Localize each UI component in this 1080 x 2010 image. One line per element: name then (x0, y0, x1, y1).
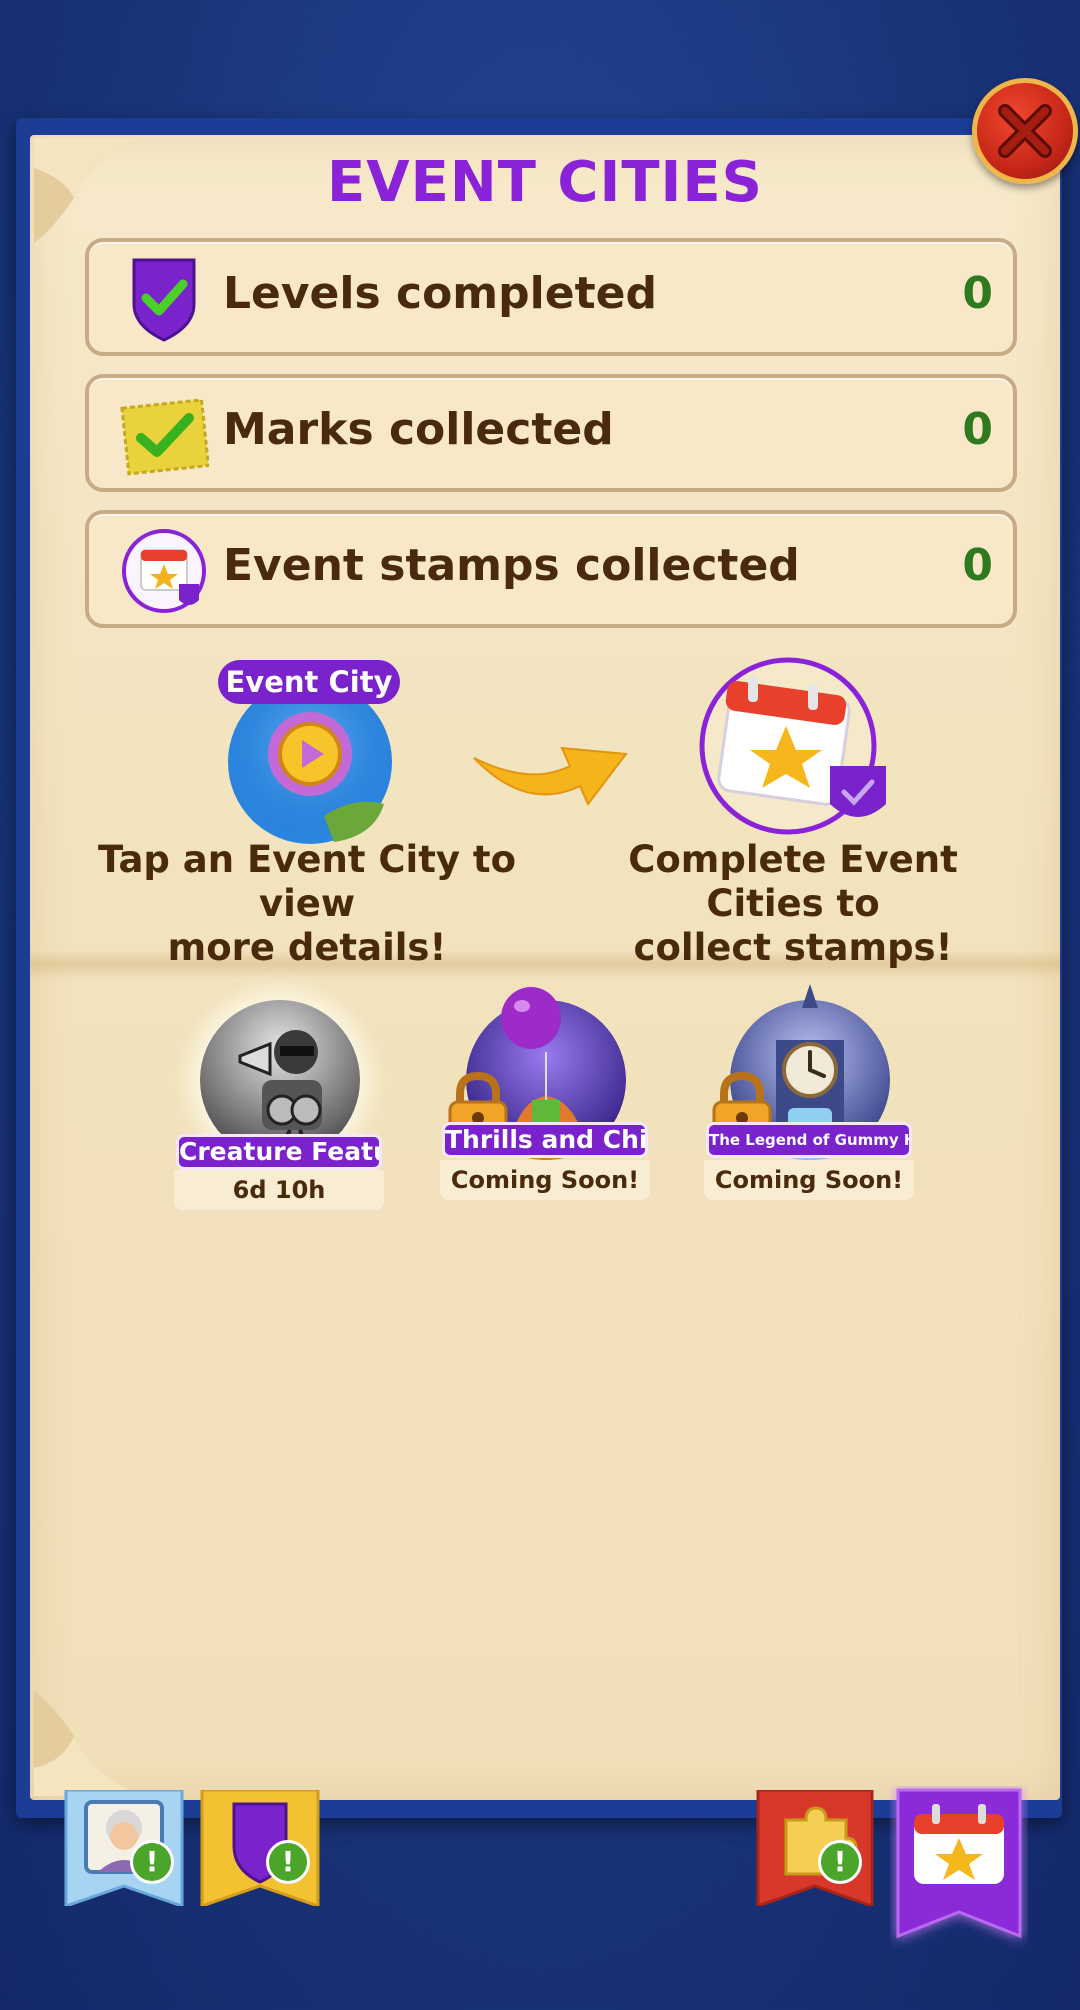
alert-badge: ! (818, 1840, 862, 1884)
city-name: The Legend of Gummy Hollow (706, 1122, 912, 1158)
city-thrills-and-chills[interactable]: Thrills and Chills Coming Soon! (440, 987, 650, 1220)
stamp-calendar-icon (699, 657, 886, 835)
stat-value: 0 (962, 540, 993, 591)
stat-row-levels: Levels completed 0 (85, 238, 1017, 356)
hint-line: more details! (167, 926, 447, 969)
hint-line: Tap an Event City to view (97, 838, 517, 925)
tab-event-cities[interactable] (890, 1786, 1028, 1952)
tab-profile[interactable]: ! (64, 1788, 184, 1909)
purple-shield-check-icon (132, 258, 196, 342)
hint-line: Complete Event Cities to (628, 838, 958, 925)
calendar-star-stamp-icon (122, 529, 206, 613)
clock-spire-icon (802, 984, 818, 1008)
tap-event-city-hint: Tap an Event City to view more details! (84, 838, 530, 970)
stat-value: 0 (962, 404, 993, 455)
city-creature-feature[interactable]: Creature Feature 6d 10h (174, 1000, 384, 1230)
complete-cities-hint: Complete Event Cities to collect stamps! (578, 838, 1008, 970)
purple-balloon-icon (501, 987, 561, 1049)
stat-label: Levels completed (223, 268, 657, 319)
city-status: Coming Soon! (704, 1160, 914, 1200)
city-name: Creature Feature (176, 1134, 382, 1170)
event-city-pill: Event City (218, 660, 400, 704)
stat-value: 0 (962, 268, 993, 319)
stat-label: Marks collected (223, 404, 614, 455)
alert-badge: ! (266, 1840, 310, 1884)
calendar-star-icon (896, 1788, 1022, 1940)
page-corner-bottom-left (34, 1691, 144, 1796)
city-status: Coming Soon! (440, 1160, 650, 1200)
alert-badge: ! (130, 1840, 174, 1884)
stat-row-marks: Marks collected 0 (85, 374, 1017, 492)
stat-row-stamps: Event stamps collected 0 (85, 510, 1017, 628)
city-legend-of-gummy-hollow[interactable]: The Legend of Gummy Hollow Coming Soon! (704, 984, 914, 1220)
city-name: Thrills and Chills (442, 1122, 648, 1158)
stat-label: Event stamps collected (223, 540, 800, 591)
tab-puzzle[interactable]: ! (756, 1788, 874, 1909)
yellow-stamp-check-icon (120, 398, 209, 476)
arrow-right-icon (473, 746, 628, 806)
city-timer: 6d 10h (174, 1170, 384, 1210)
page-title: EVENT CITIES (327, 150, 763, 215)
tab-shield[interactable]: ! (200, 1788, 320, 1909)
hint-line: collect stamps! (633, 926, 953, 969)
